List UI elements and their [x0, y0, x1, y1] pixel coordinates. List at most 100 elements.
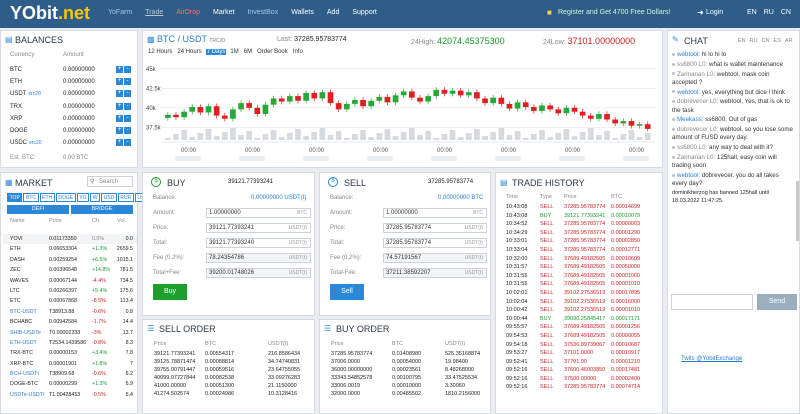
market-row[interactable]: BTC-USDT T38913.88 -0.6% 0.8 [3, 307, 137, 317]
search-input[interactable]: Search [99, 179, 118, 185]
market-tab-top[interactable]: TOP [7, 193, 23, 202]
buy-order-row[interactable]: 33006.0019 0.00010000 3.30060 [331, 382, 491, 390]
buy-total-input[interactable]: 39121.77393240 USDT(t) [206, 238, 311, 248]
chat-username[interactable]: dobrevecer L0: [677, 126, 718, 133]
sell-total-input[interactable]: 37285.95783774 USDT(t) [383, 238, 487, 248]
buy-best-price[interactable]: 39121.77393241 [228, 179, 273, 185]
withdraw-button[interactable]: - [124, 139, 131, 147]
yobit-logo[interactable]: YObit.net [10, 3, 90, 24]
chat-username[interactable]: Zarinanan L0: [677, 71, 715, 78]
buy-price-input[interactable]: 39121.77393241 USDT(t) [206, 223, 311, 233]
market-row[interactable]: WAVES 0.00067144 -4.4% 734.5 [3, 276, 137, 286]
nav-airdrop[interactable]: AirDrop [176, 9, 200, 16]
market-tab-btc[interactable]: BTC [23, 193, 39, 202]
chart-tab-info[interactable]: Info [292, 49, 304, 55]
nav-investbox[interactable]: InvestBox [247, 9, 278, 16]
deposit-button[interactable]: + [116, 102, 123, 110]
market-tab-rur[interactable]: RUR [117, 193, 134, 202]
buy-order-row[interactable]: 32000.0000 0.00485502 1810.2156000 [331, 390, 491, 398]
nav-trade[interactable]: Trade [145, 9, 163, 16]
market-row[interactable]: YOVI 0.01173350 0.0% 0.0 [3, 234, 137, 245]
chat-send-button[interactable]: Send [757, 294, 797, 310]
withdraw-button[interactable]: - [124, 90, 131, 98]
chat-username[interactable]: ss6800 L0: [677, 61, 707, 68]
chat-lang-cn[interactable]: CN [762, 38, 770, 44]
subtab-bridge[interactable]: BRIDGE [71, 205, 133, 214]
buy-amount-input[interactable]: 1.00000000 BTC [206, 208, 311, 218]
market-row[interactable]: ETC 0.00067868 -8.5% 113.4 [3, 296, 137, 306]
deposit-button[interactable]: + [116, 78, 123, 86]
nav-wallets[interactable]: Wallets [291, 9, 314, 16]
withdraw-button[interactable]: - [124, 126, 131, 134]
lang-ru[interactable]: RU [764, 9, 774, 16]
market-row[interactable]: TRX-BTC 0.00000153 +3.4% 7.8 [3, 348, 137, 358]
market-row[interactable]: DASH 0.00259254 +6.5% 1015.1 [3, 255, 137, 265]
buy-order-row[interactable]: 36000.00000000 0.00023561 8.48268000 [331, 366, 491, 374]
chart-tab-12-hours[interactable]: 12 Hours [147, 49, 173, 55]
market-row[interactable]: ZEC 0.00396548 +14.8% 781.5 [3, 265, 137, 275]
chat-message-input[interactable] [671, 294, 753, 310]
twitter-link[interactable]: Twits @YobitExchange [681, 356, 742, 362]
subtab-defi[interactable]: DEFI [7, 205, 69, 214]
buy-order-row[interactable]: 33343.54852578 0.00100795 33.47525534 [331, 374, 491, 382]
market-row[interactable]: BCH-USDTt T38909.68 -0.6% 6.2 [3, 369, 137, 379]
market-row[interactable]: LTC 0.00266397 +5.4% 175.6 [3, 286, 137, 296]
chart-tab-1m[interactable]: 1M [229, 49, 239, 55]
chat-lang-en[interactable]: EN [738, 38, 746, 44]
sell-order-row[interactable]: 39125.78871474 0.00088814 34.74740831 [154, 358, 314, 366]
deposit-button[interactable]: + [116, 114, 123, 122]
nav-support[interactable]: Support [352, 9, 377, 16]
market-search-box[interactable]: ⚲ Search [87, 176, 133, 187]
nav-yofarm[interactable]: YoFarm [108, 9, 132, 16]
withdraw-button[interactable]: - [124, 78, 131, 86]
chart-tab-order-book[interactable]: Order Book [256, 49, 289, 55]
sell-balance-value[interactable]: 0.00000000 BTC [438, 195, 483, 201]
chat-lang-ru[interactable]: RU [750, 38, 758, 44]
market-tab-usd[interactable]: USD [101, 193, 117, 202]
sell-order-row[interactable]: 41000.00000 0.00051300 21.1150000 [154, 382, 314, 390]
market-tab-doge[interactable]: DOGE [55, 193, 76, 202]
sell-order-row[interactable]: 40099.97727844 0.00082538 33.09276283 [154, 374, 314, 382]
buy-balance-value[interactable]: 0.00000000 USDT(t) [251, 195, 306, 201]
deposit-button[interactable]: + [116, 126, 123, 134]
chat-username[interactable]: Zarinanan L0: [677, 154, 715, 161]
chat-username[interactable]: webtool: [677, 51, 700, 58]
buy-button[interactable]: Buy [153, 284, 187, 300]
buy-order-row[interactable]: 37006.0000 0.00054000 19.98400 [331, 358, 491, 366]
chat-username[interactable]: Meekass: [677, 116, 703, 123]
chart-tab-7-days[interactable]: 7 Days [205, 49, 227, 55]
sell-price-input[interactable]: 37285.95783774 USDT(t) [383, 223, 487, 233]
market-tab-yo[interactable]: YO [76, 193, 90, 202]
market-row[interactable]: BCHABC 0.00942584 -1.7% 14.4 [3, 317, 137, 327]
sell-order-row[interactable]: 39121.77393241 0.00554317 216.8586434 [154, 350, 314, 358]
lang-cn[interactable]: CN [781, 9, 791, 16]
market-row[interactable]: DOGE-BTC 0.00000299 +1.3% 5.9 [3, 379, 137, 389]
market-row[interactable]: USDTe-USDTt T1.00428453 -0.5% 5.4 [3, 390, 137, 400]
price-chart[interactable]: 45k 42.5k 40k 37.5k 00:00 00:00 00:00 00:00 00:0… [143, 59, 663, 167]
deposit-button[interactable]: + [116, 66, 123, 73]
market-tab-w[interactable]: W [90, 193, 101, 202]
lang-en[interactable]: EN [747, 9, 757, 16]
sell-button[interactable]: Sell [330, 284, 364, 300]
chat-username[interactable]: webtool: [677, 172, 700, 179]
sell-amount-input[interactable]: 1.00000000 BTC [383, 208, 487, 218]
deposit-button[interactable]: + [116, 90, 123, 98]
chat-username[interactable]: webtool: [677, 89, 700, 96]
deposit-button[interactable]: + [116, 139, 123, 147]
sell-best-price[interactable]: 37285.95783774 [428, 179, 473, 185]
chart-tab-24-hours[interactable]: 24 Hours [176, 49, 202, 55]
register-link[interactable]: Register and Get 4700 Free Dollars! [558, 9, 670, 16]
buy-order-row[interactable]: 37285.95783774 0.01408980 525.35168874 [331, 350, 491, 358]
market-row[interactable]: ETH 0.06653304 +1.3% 2659.5 [3, 244, 137, 254]
market-tab-eth[interactable]: ETH [39, 193, 55, 202]
chat-scrollbar[interactable] [796, 181, 799, 241]
chat-lang-es[interactable]: ES [774, 38, 781, 44]
market-row[interactable]: ETH-USDT T2534.1439586 -0.8% 8.3 [3, 338, 137, 348]
chart-tab-6m[interactable]: 6M [243, 49, 253, 55]
chat-username[interactable]: ss6800 L0: [677, 144, 707, 151]
login-link[interactable]: Login [706, 9, 723, 16]
market-row[interactable]: SHIB-USDTe T0.00002233 -3% 13.7 [3, 328, 137, 338]
withdraw-button[interactable]: - [124, 102, 131, 110]
withdraw-button[interactable]: - [124, 114, 131, 122]
nav-add[interactable]: Add [327, 9, 339, 16]
